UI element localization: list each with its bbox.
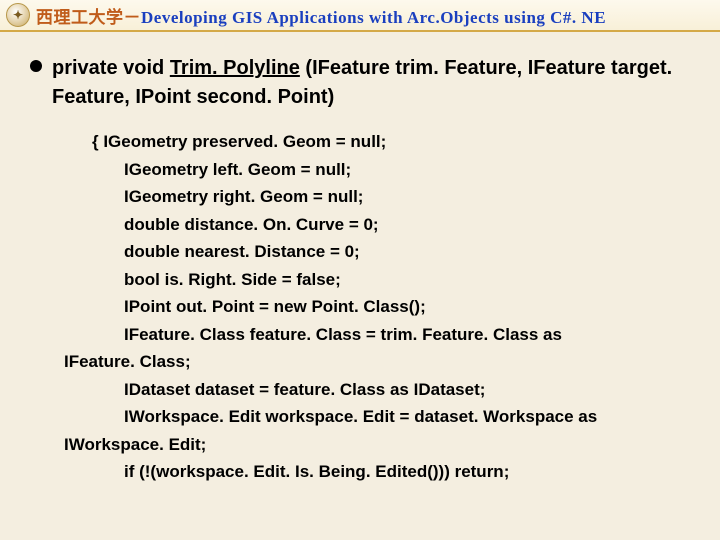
code-line: IFeature. Class feature. Class = trim. F…: [64, 321, 696, 349]
code-line: IGeometry left. Geom = null;: [64, 156, 696, 184]
code-line: double nearest. Distance = 0;: [64, 238, 696, 266]
bullet-icon: [30, 60, 42, 72]
method-signature-row: private void Trim. Polyline (IFeature tr…: [30, 54, 696, 112]
logo-glyph: ✦: [13, 8, 23, 22]
slide-header: ✦ 西理工大学－Developing GIS Applications with…: [0, 0, 720, 32]
code-line: double distance. On. Curve = 0;: [64, 211, 696, 239]
code-line: IPoint out. Point = new Point. Class();: [64, 293, 696, 321]
header-chinese: 西理工大学－: [36, 8, 141, 27]
code-block: { IGeometry preserved. Geom = null;IGeom…: [64, 128, 696, 486]
header-title: 西理工大学－Developing GIS Applications with A…: [36, 3, 606, 28]
code-line: IWorkspace. Edit;: [64, 431, 696, 459]
code-line: IGeometry right. Geom = null;: [64, 183, 696, 211]
slide-content: private void Trim. Polyline (IFeature tr…: [0, 32, 720, 496]
code-line: bool is. Right. Side = false;: [64, 266, 696, 294]
code-line: IWorkspace. Edit workspace. Edit = datas…: [64, 403, 696, 431]
method-modifiers: private void: [52, 57, 170, 79]
method-name: Trim. Polyline: [170, 57, 300, 79]
code-line: IDataset dataset = feature. Class as IDa…: [64, 376, 696, 404]
header-english: Developing GIS Applications with Arc.Obj…: [141, 8, 606, 27]
code-line: if (!(workspace. Edit. Is. Being. Edited…: [64, 458, 696, 486]
method-signature: private void Trim. Polyline (IFeature tr…: [52, 54, 696, 112]
code-line: IFeature. Class;: [64, 348, 696, 376]
code-line: { IGeometry preserved. Geom = null;: [64, 128, 696, 156]
university-logo: ✦: [6, 3, 30, 27]
